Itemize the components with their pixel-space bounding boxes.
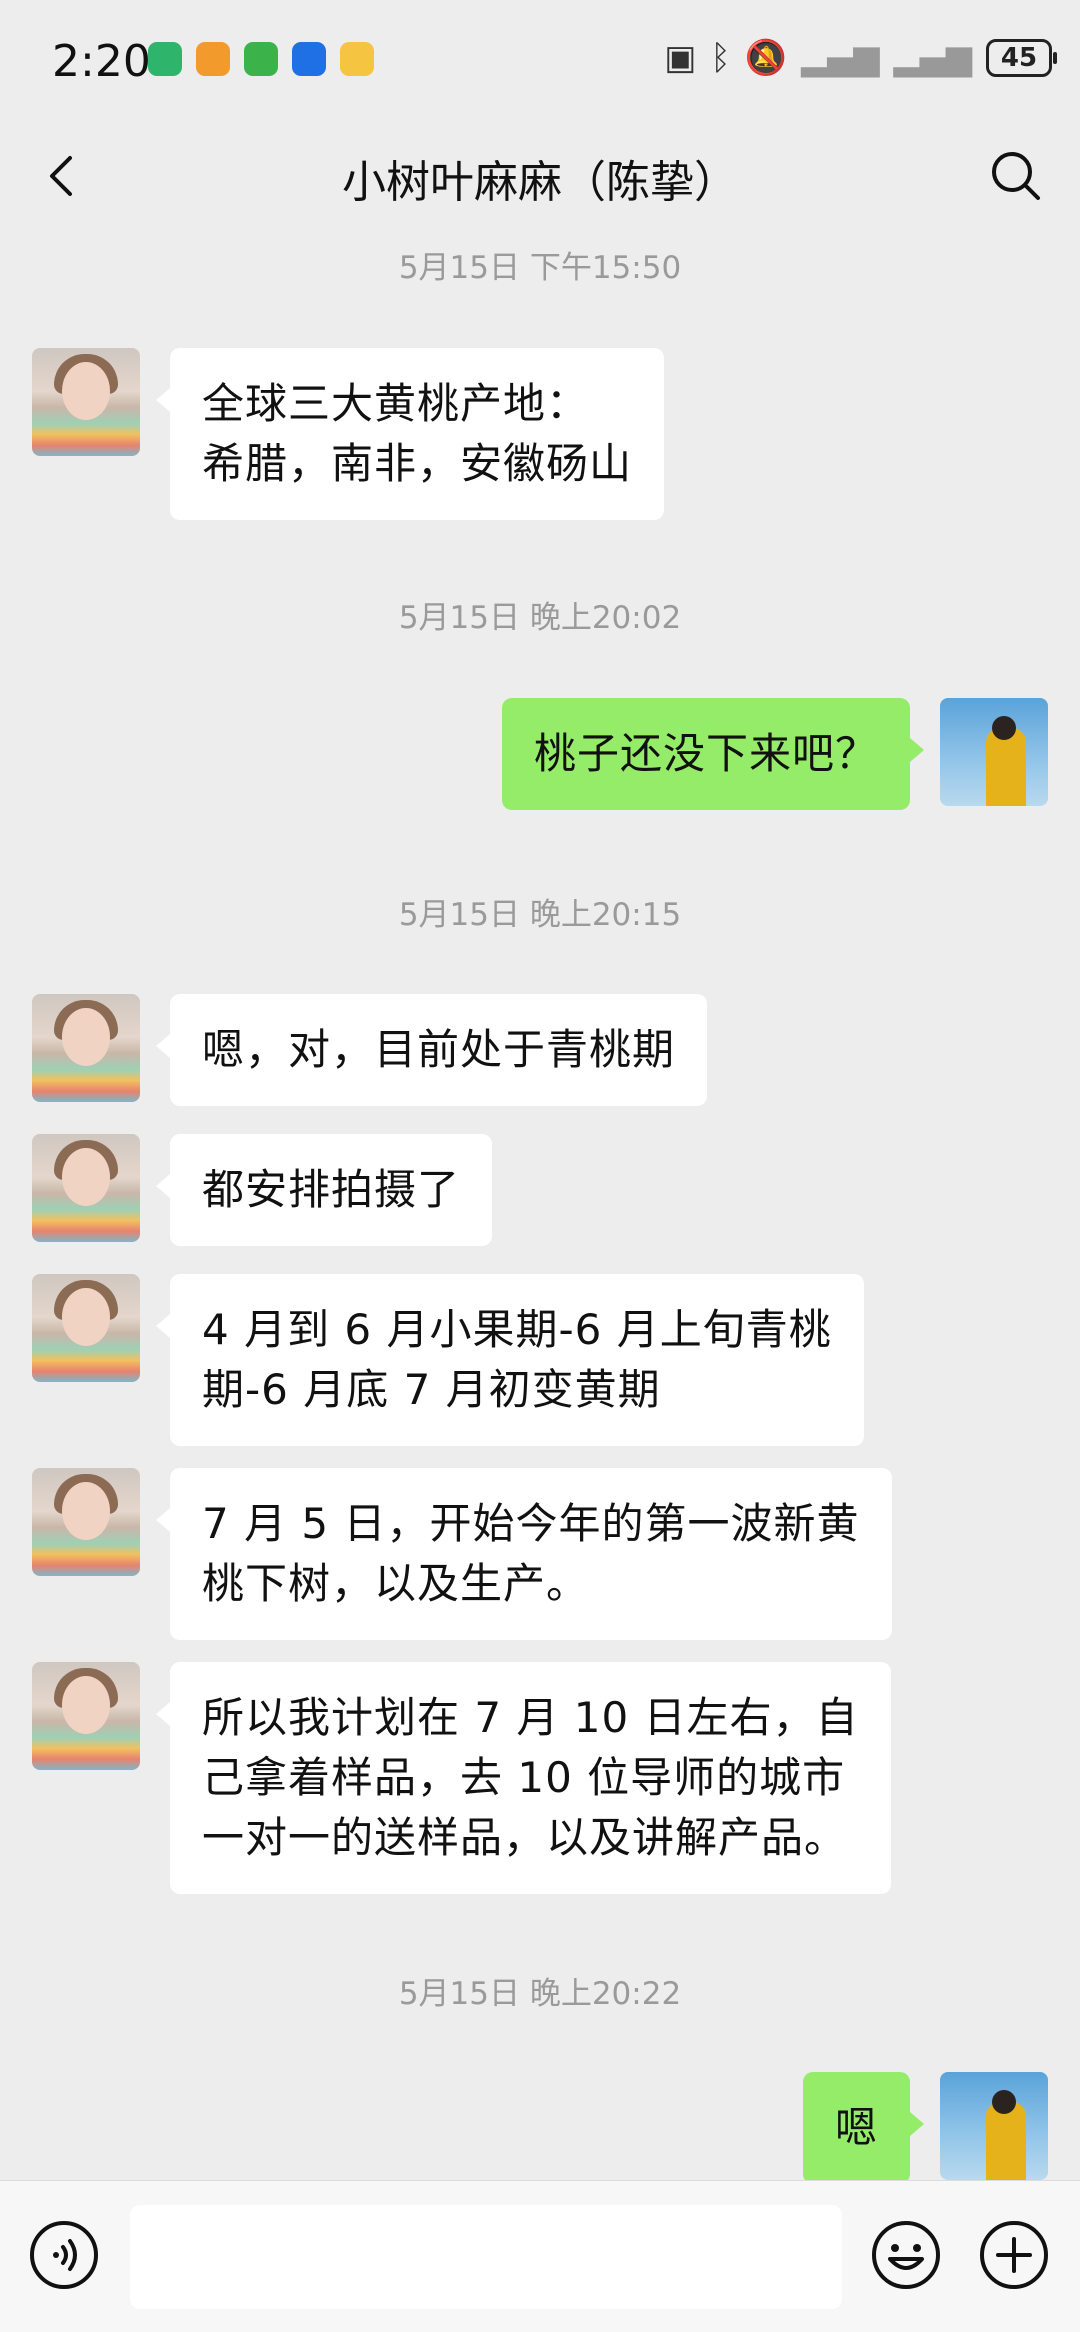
status-time: 2:20 xyxy=(52,36,151,87)
app-icon-3 xyxy=(244,42,278,76)
message-bubble-outgoing[interactable]: 嗯 xyxy=(802,2072,925,2184)
emoji-button[interactable] xyxy=(870,2219,942,2291)
page-title: 小树叶麻麻（陈挚） xyxy=(342,157,738,208)
timestamp: 5月15日 晚上20:22 xyxy=(398,1976,682,2012)
status-app-icons xyxy=(148,42,374,76)
message-bubble-incoming[interactable]: 7 月 5 日，开始今年的第一波新黄 桃下树，以及生产。 xyxy=(156,1468,892,1640)
my-avatar[interactable] xyxy=(940,698,1048,806)
app-icon-5 xyxy=(340,42,374,76)
message-bubble-incoming[interactable]: 都安排拍摄了 xyxy=(155,1134,493,1246)
status-indicators: ▣ ᛒ 🔕 ▂▄▆ ▂▄▆ 45 xyxy=(664,38,1057,78)
bluetooth-icon: ᛒ xyxy=(710,38,731,78)
message-bubble-incoming[interactable]: 所以我计划在 7 月 10 日左右，自 己拿着样品，去 10 位导师的城市 一对… xyxy=(156,1662,891,1894)
app-icon-4 xyxy=(292,42,326,76)
input-bar xyxy=(0,2180,1080,2332)
voice-button[interactable] xyxy=(28,2219,100,2291)
contact-avatar[interactable] xyxy=(32,348,140,456)
signal-icon: ▂▄▆ xyxy=(801,38,880,78)
contact-avatar[interactable] xyxy=(32,1134,140,1242)
contact-avatar[interactable] xyxy=(32,1468,140,1576)
contact-avatar[interactable] xyxy=(32,1274,140,1382)
message-input[interactable] xyxy=(130,2205,842,2309)
signal-icon-2: ▂▄▆ xyxy=(893,38,972,78)
timestamp: 5月15日 晚上20:02 xyxy=(398,600,682,636)
my-avatar[interactable] xyxy=(940,2072,1048,2180)
emoji-icon xyxy=(872,2221,940,2289)
app-icon-2 xyxy=(196,42,230,76)
app-icon-1 xyxy=(148,42,182,76)
search-button[interactable] xyxy=(986,146,1046,206)
message-bubble-outgoing[interactable]: 桃子还没下来吧？ xyxy=(501,698,925,810)
battery-level: 45 xyxy=(1000,43,1038,73)
more-button[interactable] xyxy=(978,2219,1050,2291)
status-bar: 2:20 ▣ ᛒ 🔕 ▂▄▆ ▂▄▆ 45 xyxy=(0,0,1080,120)
search-icon xyxy=(992,152,1040,200)
message-bubble-incoming[interactable]: 全球三大黄桃产地： 希腊，南非，安徽砀山 xyxy=(155,348,665,520)
chat-header: 小树叶麻麻（陈挚） xyxy=(0,120,1080,232)
contact-avatar[interactable] xyxy=(32,1662,140,1770)
message-bubble-incoming[interactable]: 嗯，对，目前处于青桃期 xyxy=(155,994,708,1106)
mute-icon: 🔕 xyxy=(744,38,788,78)
timestamp: 5月15日 下午15:50 xyxy=(398,250,682,286)
nfc-icon: ▣ xyxy=(664,38,697,78)
plus-icon xyxy=(980,2221,1048,2289)
timestamp: 5月15日 晚上20:15 xyxy=(398,897,682,933)
battery-icon: 45 xyxy=(986,39,1057,77)
voice-icon xyxy=(30,2221,98,2289)
contact-avatar[interactable] xyxy=(32,994,140,1102)
message-bubble-incoming[interactable]: 4 月到 6 月小果期-6 月上旬青桃 期-6 月底 7 月初变黄期 xyxy=(156,1274,864,1446)
